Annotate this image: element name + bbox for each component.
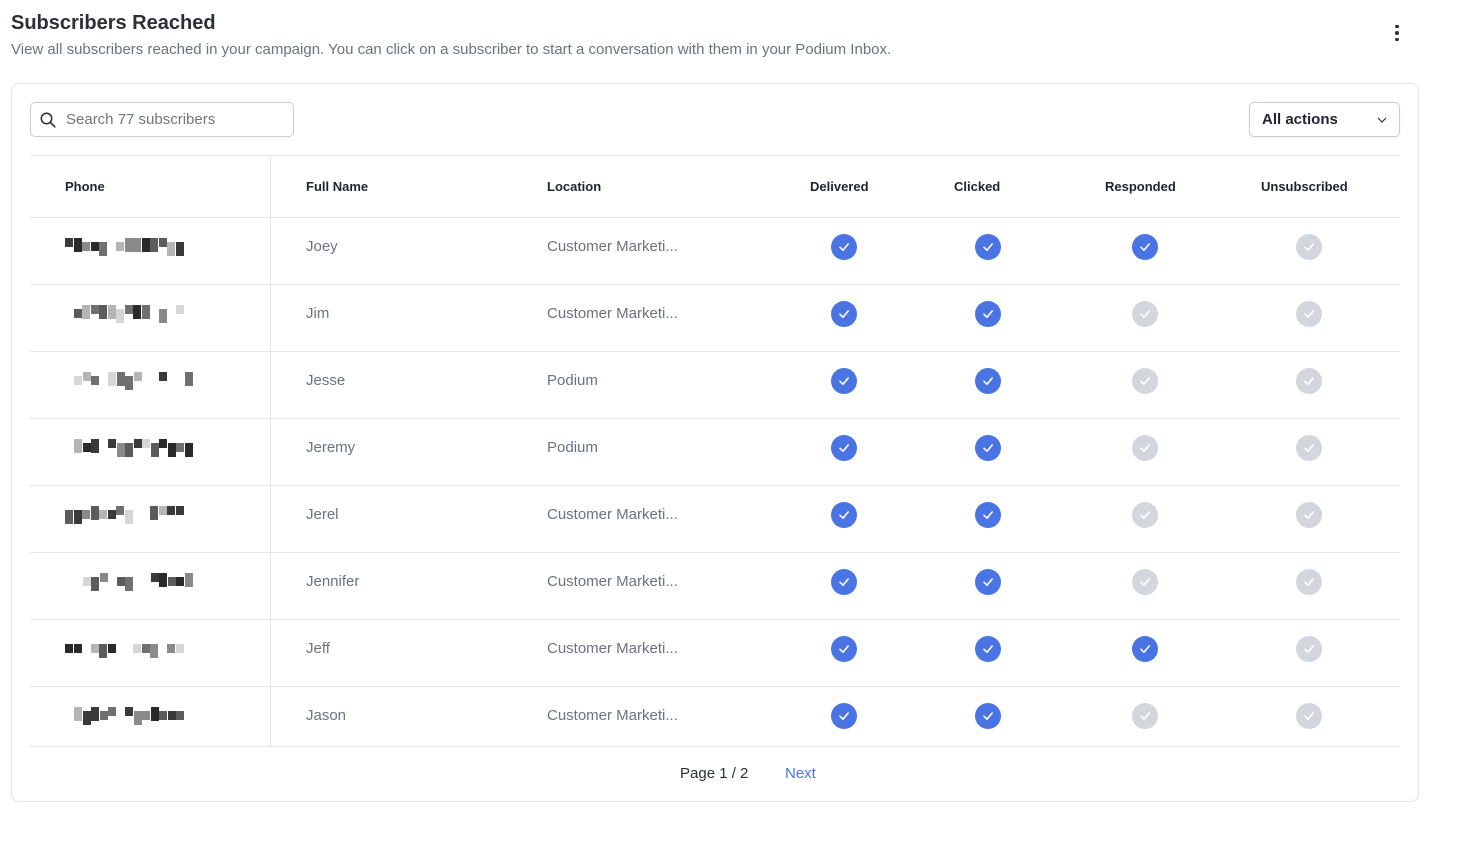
chevron-down-icon	[1377, 117, 1387, 123]
column-header-full-name[interactable]: Full Name	[306, 156, 368, 218]
column-header-clicked[interactable]: Clicked	[954, 156, 1000, 218]
responded-check-icon	[1132, 301, 1158, 327]
cell-full-name: Jason	[306, 707, 347, 724]
cell-location: Customer Marketi...	[547, 506, 678, 523]
unsubscribed-check-icon	[1296, 569, 1322, 595]
redacted-phone	[65, 305, 189, 323]
cell-location: Podium	[547, 372, 598, 389]
unsubscribed-check-icon	[1296, 636, 1322, 662]
cell-full-name: Jerel	[306, 506, 339, 523]
delivered-check-icon	[831, 368, 857, 394]
page-header: Subscribers Reached View all subscribers…	[11, 10, 1411, 70]
responded-check-icon	[1132, 502, 1158, 528]
cell-full-name: Joey	[306, 238, 338, 255]
unsubscribed-check-icon	[1296, 435, 1322, 461]
clicked-check-icon	[975, 368, 1001, 394]
clicked-check-icon	[975, 569, 1001, 595]
clicked-check-icon	[975, 435, 1001, 461]
page-subtitle: View all subscribers reached in your cam…	[11, 41, 892, 58]
table-row[interactable]: Jason Customer Marketi...	[30, 687, 1400, 754]
cell-location: Customer Marketi...	[547, 707, 678, 724]
responded-check-icon	[1132, 636, 1158, 662]
subscribers-table: Phone Full Name Location Delivered Click…	[30, 155, 1400, 747]
responded-check-icon	[1132, 703, 1158, 729]
cell-full-name: Jeff	[306, 640, 330, 657]
responded-check-icon	[1132, 569, 1158, 595]
clicked-check-icon	[975, 703, 1001, 729]
search-icon	[40, 112, 56, 128]
cell-location: Podium	[547, 439, 598, 456]
table-row[interactable]: Jeff Customer Marketi...	[30, 620, 1400, 687]
table-row[interactable]: Jim Customer Marketi...	[30, 285, 1400, 352]
cell-full-name: Jennifer	[306, 573, 360, 590]
responded-check-icon	[1132, 234, 1158, 260]
delivered-check-icon	[831, 636, 857, 662]
clicked-check-icon	[975, 234, 1001, 260]
delivered-check-icon	[831, 502, 857, 528]
page-title: Subscribers Reached	[11, 12, 216, 34]
more-options-icon[interactable]	[1386, 22, 1408, 44]
page-indicator: Page 1 / 2	[680, 765, 749, 782]
cell-full-name: Jim	[306, 305, 330, 322]
column-header-phone[interactable]: Phone	[65, 156, 105, 218]
column-header-responded[interactable]: Responded	[1105, 156, 1176, 218]
redacted-phone	[74, 573, 198, 591]
table-row[interactable]: Joey Customer Marketi...	[30, 218, 1400, 285]
table-row[interactable]: Jesse Podium	[30, 352, 1400, 419]
table-row[interactable]: Jerel Customer Marketi...	[30, 486, 1400, 553]
column-header-unsubscribed[interactable]: Unsubscribed	[1261, 156, 1348, 218]
unsubscribed-check-icon	[1296, 703, 1322, 729]
table-row[interactable]: Jeremy Podium	[30, 419, 1400, 486]
cell-full-name: Jeremy	[306, 439, 356, 456]
redacted-phone	[65, 238, 189, 256]
pagination: Page 1 / 2 Next	[12, 762, 1420, 786]
redacted-phone	[74, 707, 198, 725]
redacted-phone	[74, 372, 198, 390]
responded-check-icon	[1132, 435, 1158, 461]
unsubscribed-check-icon	[1296, 301, 1322, 327]
unsubscribed-check-icon	[1296, 234, 1322, 260]
redacted-phone	[65, 506, 189, 524]
clicked-check-icon	[975, 301, 1001, 327]
delivered-check-icon	[831, 234, 857, 260]
subscribers-card: All actions Phone Full Name Location Del…	[11, 83, 1419, 802]
cell-location: Customer Marketi...	[547, 573, 678, 590]
redacted-phone	[74, 439, 198, 457]
table-row[interactable]: Jennifer Customer Marketi...	[30, 553, 1400, 620]
next-page-link[interactable]: Next	[785, 762, 816, 786]
column-header-delivered[interactable]: Delivered	[810, 156, 869, 218]
unsubscribed-check-icon	[1296, 502, 1322, 528]
search-input[interactable]	[66, 111, 266, 128]
delivered-check-icon	[831, 703, 857, 729]
search-box[interactable]	[30, 102, 294, 137]
table-header: Phone Full Name Location Delivered Click…	[30, 156, 1400, 218]
unsubscribed-check-icon	[1296, 368, 1322, 394]
cell-full-name: Jesse	[306, 372, 346, 389]
cell-location: Customer Marketi...	[547, 640, 678, 657]
clicked-check-icon	[975, 502, 1001, 528]
redacted-phone	[65, 640, 189, 658]
cell-location: Customer Marketi...	[547, 238, 678, 255]
delivered-check-icon	[831, 301, 857, 327]
cell-location: Customer Marketi...	[547, 305, 678, 322]
delivered-check-icon	[831, 435, 857, 461]
delivered-check-icon	[831, 569, 857, 595]
clicked-check-icon	[975, 636, 1001, 662]
actions-filter-value: All actions	[1262, 111, 1338, 128]
actions-filter-select[interactable]: All actions	[1249, 102, 1400, 137]
responded-check-icon	[1132, 368, 1158, 394]
column-header-location[interactable]: Location	[547, 156, 601, 218]
